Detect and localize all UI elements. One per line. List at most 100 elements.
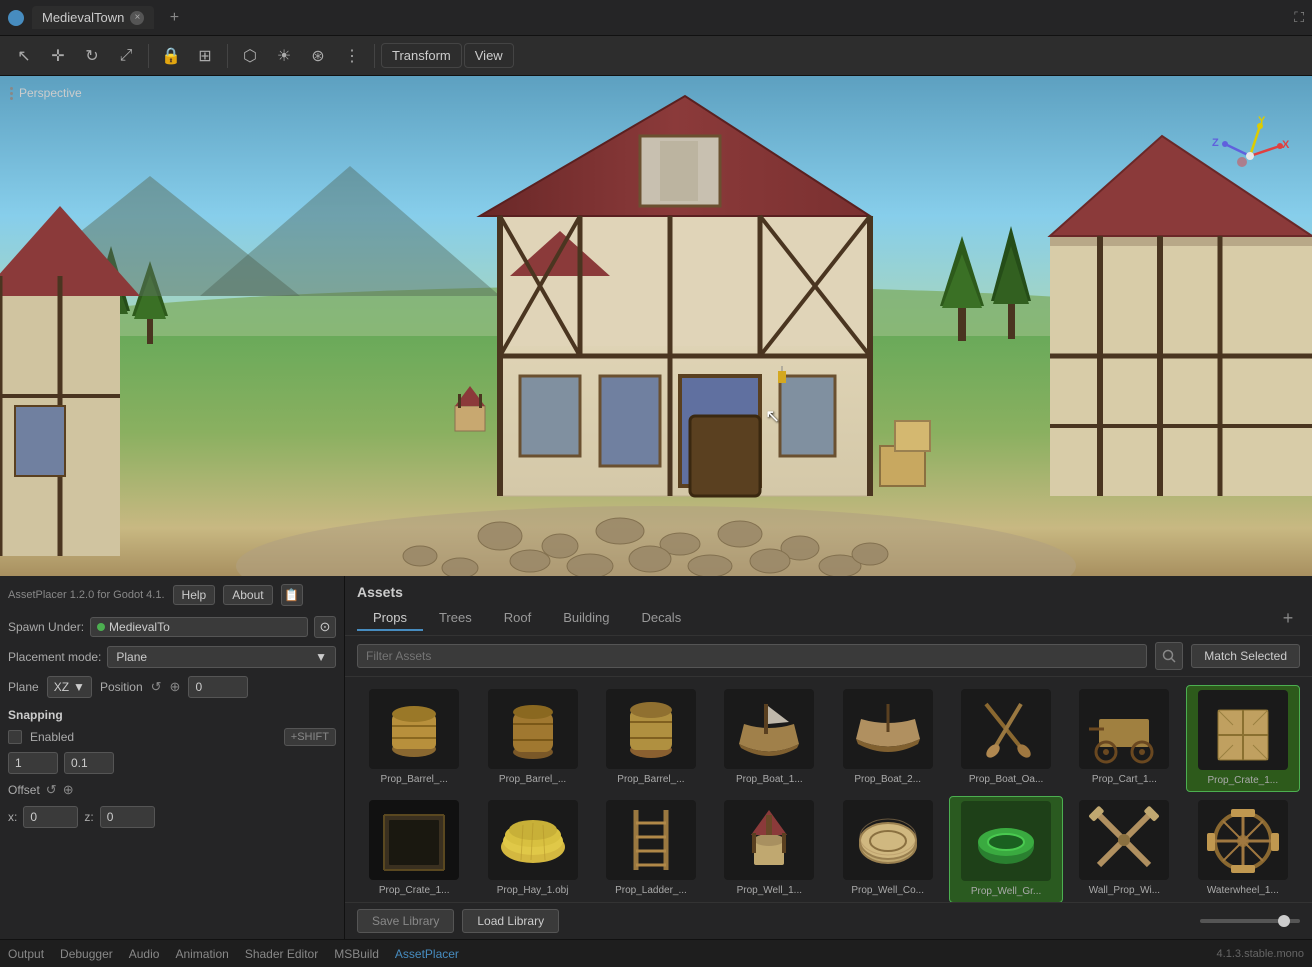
asset-item[interactable]: Wall_Prop_Wi... (1067, 796, 1181, 902)
asset-name: Prop_Boat_Oa... (969, 773, 1044, 786)
viewport[interactable]: X Y Z Perspec (0, 76, 1312, 576)
main-content: X Y Z Perspec (0, 76, 1312, 939)
plane-chevron-icon: ▼ (73, 680, 85, 694)
load-library-button[interactable]: Load Library (462, 909, 559, 933)
plane-axis-dropdown[interactable]: XZ ▼ (47, 676, 92, 698)
tab-trees[interactable]: Trees (423, 606, 488, 631)
asset-item[interactable]: Prop_Boat_1... (712, 685, 826, 792)
output-status-item[interactable]: Output (8, 947, 44, 961)
search-icon (1162, 649, 1176, 663)
tool1-button[interactable]: ⬡ (234, 40, 266, 72)
asset-name: Prop_Cart_1... (1092, 773, 1157, 786)
asset-item[interactable]: Waterwheel_1... (1186, 796, 1300, 902)
asset-name: Waterwheel_1... (1207, 884, 1279, 897)
asset-item[interactable]: Prop_Hay_1.obj (475, 796, 589, 902)
snapping-enabled-checkbox[interactable] (8, 730, 22, 744)
add-offset-icon[interactable]: ⊕ (63, 782, 74, 798)
transform-button[interactable]: Transform (381, 43, 462, 68)
asset-item[interactable]: Prop_Crate_1... (357, 796, 471, 902)
coord-row: x: z: (8, 806, 336, 828)
asset-item[interactable]: Prop_Barrel_... (594, 685, 708, 792)
rotate-tool-button[interactable]: ↻ (76, 40, 108, 72)
tab-roof[interactable]: Roof (488, 606, 547, 631)
asset-name: Prop_Crate_1... (1208, 774, 1279, 787)
asset-thumbnail (1198, 800, 1288, 880)
separator3 (374, 44, 375, 68)
asset-item[interactable]: Prop_Ladder_... (594, 796, 708, 902)
asset-name: Prop_Boat_2... (854, 773, 921, 786)
z-input[interactable] (100, 806, 155, 828)
position-input[interactable] (188, 676, 248, 698)
help-button[interactable]: Help (173, 585, 216, 605)
node-dot-icon (97, 623, 105, 631)
msbuild-status-item[interactable]: MSBuild (334, 947, 379, 961)
group-button[interactable]: ⊞ (189, 40, 221, 72)
save-library-button[interactable]: Save Library (357, 909, 454, 933)
x-input[interactable] (23, 806, 78, 828)
tab-decals[interactable]: Decals (625, 606, 697, 631)
asset-item[interactable]: Prop_Well_1... (712, 796, 826, 902)
match-selected-button[interactable]: Match Selected (1191, 644, 1300, 668)
asset-name: Prop_Crate_1... (379, 884, 450, 897)
spawn-node-select-button[interactable]: ⊙ (314, 616, 336, 638)
asset-item[interactable]: Prop_Boat_2... (831, 685, 945, 792)
zoom-slider[interactable] (1200, 919, 1300, 923)
reset-position-icon[interactable]: ↺ (151, 679, 162, 695)
close-tab-button[interactable]: × (130, 11, 144, 25)
placement-mode-value: Plane (116, 650, 147, 664)
add-tab-assets-button[interactable]: + (1276, 607, 1300, 631)
tab-props[interactable]: Props (357, 606, 423, 631)
audio-status-item[interactable]: Audio (129, 947, 160, 961)
about-button[interactable]: About (223, 585, 272, 605)
asset-item[interactable]: Prop_Well_Co... (831, 796, 945, 902)
asset-name: Prop_Barrel_... (499, 773, 566, 786)
asset-item[interactable]: Prop_Boat_Oa... (949, 685, 1063, 792)
shader-editor-status-item[interactable]: Shader Editor (245, 947, 318, 961)
snap-value-input[interactable] (8, 752, 58, 774)
placement-mode-dropdown[interactable]: Plane ▼ (107, 646, 336, 668)
spawn-under-label: Spawn Under: (8, 620, 84, 634)
select-tool-button[interactable]: ↖ (8, 40, 40, 72)
separator1 (148, 44, 149, 68)
maximize-button[interactable]: ⛶ (1294, 9, 1304, 26)
add-position-icon[interactable]: ⊕ (170, 679, 181, 695)
asset-thumbnail (724, 800, 814, 880)
asset-item[interactable]: Prop_Well_Gr... (949, 796, 1063, 902)
clipboard-button[interactable]: 📋 (281, 584, 303, 606)
asset-item-selected[interactable]: Prop_Crate_1... (1186, 685, 1300, 792)
svg-text:Z: Z (1212, 137, 1219, 149)
debugger-status-item[interactable]: Debugger (60, 947, 113, 961)
tool3-button[interactable]: ⊛ (302, 40, 334, 72)
animation-status-item[interactable]: Animation (175, 947, 228, 961)
asset-thumbnail (843, 800, 933, 880)
scale-tool-button[interactable]: ⤢ (110, 40, 142, 72)
shift-label: +SHIFT (284, 728, 336, 746)
titlebar: MedievalTown × + ⛶ (0, 0, 1312, 36)
filter-assets-input[interactable] (357, 644, 1147, 668)
spawn-node-ref[interactable]: MedievalTo (90, 617, 308, 637)
scene-svg: X Y Z (0, 76, 1312, 576)
asset-item[interactable]: Prop_Barrel_... (357, 685, 471, 792)
asset-item[interactable]: Prop_Barrel_... (475, 685, 589, 792)
asset-item[interactable]: Prop_Cart_1... (1067, 685, 1181, 792)
view-button[interactable]: View (464, 43, 514, 68)
snap-decimal-input[interactable] (64, 752, 114, 774)
tool2-button[interactable]: ☀ (268, 40, 300, 72)
version-text: AssetPlacer 1.2.0 for Godot 4.1. (8, 589, 165, 601)
godot-icon (8, 10, 24, 26)
placement-mode-row: Placement mode: Plane ▼ (8, 646, 336, 668)
zoom-slider-thumb[interactable] (1278, 915, 1290, 927)
reset-offset-icon[interactable]: ↺ (46, 782, 57, 798)
assetplacer-status-item[interactable]: AssetPlacer (395, 947, 459, 961)
version-status: 4.1.3.stable.mono (1217, 948, 1304, 960)
search-button[interactable] (1155, 642, 1183, 670)
more-button[interactable]: ⋮ (336, 40, 368, 72)
snapping-enabled-row: Enabled +SHIFT (8, 728, 336, 746)
tab-building[interactable]: Building (547, 606, 625, 631)
add-tab-button[interactable]: + (162, 6, 186, 30)
asset-thumbnail (961, 801, 1051, 881)
x-label: x: (8, 810, 17, 824)
move-tool-button[interactable]: ✛ (42, 40, 74, 72)
lock-button[interactable]: 🔒 (155, 40, 187, 72)
main-tab[interactable]: MedievalTown × (32, 6, 154, 29)
